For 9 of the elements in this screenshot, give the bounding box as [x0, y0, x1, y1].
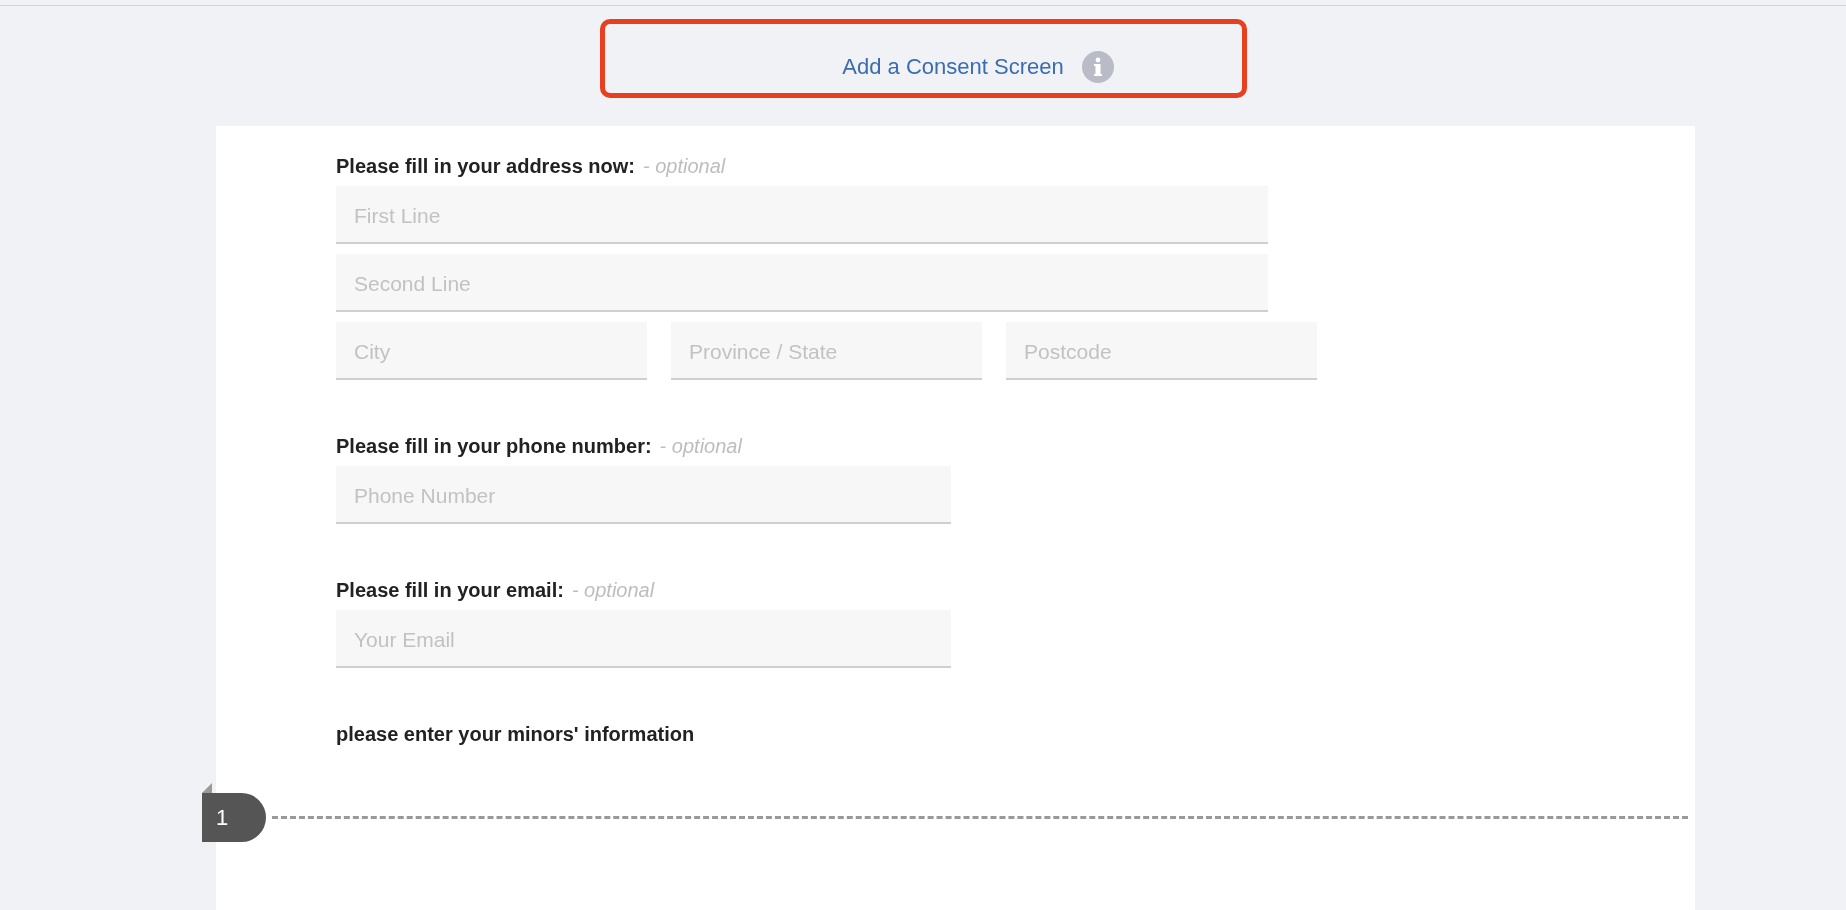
optional-note: - optional [643, 154, 726, 178]
field-label: Please fill in your email: [336, 578, 564, 602]
minors-heading: please enter your minors' information [336, 722, 696, 746]
optional-note: - optional [659, 434, 742, 458]
field-label: Please fill in your address now: [336, 154, 635, 178]
field-label: Please fill in your phone number: [336, 434, 652, 458]
info-icon[interactable] [1081, 50, 1114, 83]
optional-note: - optional [571, 578, 655, 602]
add-consent-screen-link[interactable]: Add a Consent Screen [842, 53, 1064, 80]
